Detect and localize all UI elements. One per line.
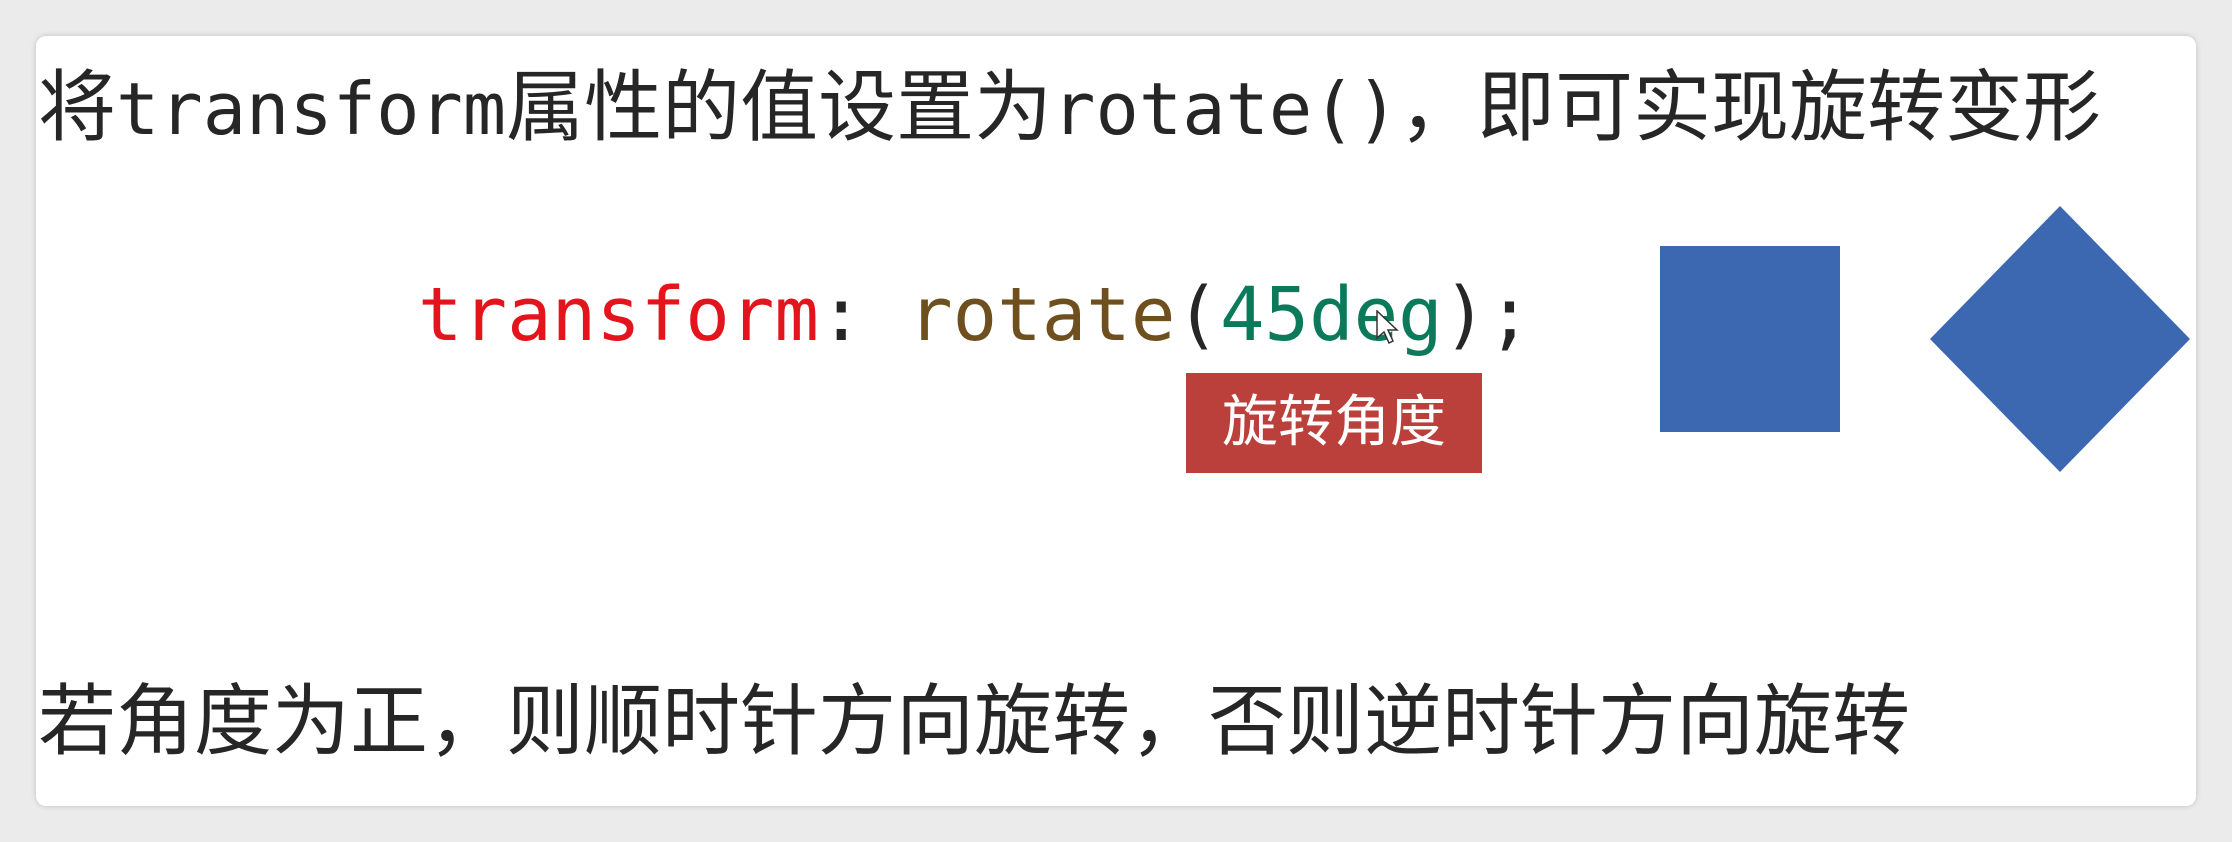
- rotation-angle-label: 旋转角度: [1186, 373, 1482, 473]
- slide: 将transform属性的值设置为rotate()，即可实现旋转变形 trans…: [36, 36, 2196, 806]
- code-example: transform: rotate(45deg);: [418, 270, 1532, 360]
- code-property: transform: [418, 272, 819, 358]
- unrotated-square: [1660, 246, 1840, 432]
- code-colon: :: [818, 272, 864, 358]
- rotated-square: [1930, 206, 2190, 472]
- footer-note: 若角度为正，则顺时针方向旋转，否则逆时针方向旋转: [38, 677, 1911, 767]
- code-value: 45deg: [1219, 272, 1443, 358]
- code-open-paren: (: [1175, 272, 1220, 358]
- slide-title: 将transform属性的值设置为rotate()，即可实现旋转变形: [38, 58, 2101, 159]
- title-code-transform: transform: [116, 67, 507, 151]
- rotated-square-shape: [1930, 206, 2190, 472]
- title-pre: 将: [38, 63, 117, 153]
- mouse-cursor-icon: [1376, 310, 1399, 345]
- code-function: rotate: [908, 272, 1176, 358]
- title-post: ，即可实现旋转变形: [1398, 63, 2101, 153]
- title-code-rotate: rotate(): [1052, 67, 1399, 151]
- code-close: );: [1442, 272, 1532, 358]
- title-mid: 属性的值设置为: [506, 63, 1053, 153]
